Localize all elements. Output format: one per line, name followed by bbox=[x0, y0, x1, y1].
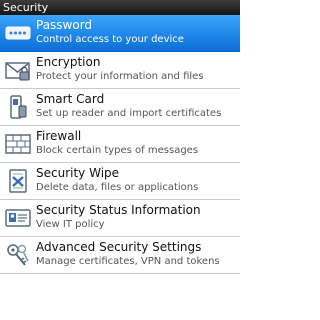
list-item-password[interactable]: Password Control access to your device bbox=[0, 15, 240, 52]
list-item-security-wipe[interactable]: Security Wipe Delete data, files or appl… bbox=[0, 163, 240, 200]
item-label: Security Status Information bbox=[36, 203, 201, 217]
item-description: View IT policy bbox=[36, 219, 105, 230]
item-label: Password bbox=[36, 18, 93, 32]
list-item-firewall[interactable]: Firewall Block certain types of messages bbox=[0, 126, 240, 163]
list-item-smart-card[interactable]: Smart Card Set up reader and import cert… bbox=[0, 89, 240, 126]
security-options-list: Password Control access to your device E… bbox=[0, 15, 240, 274]
smart-card-icon bbox=[5, 94, 31, 120]
screen-title: Security bbox=[0, 0, 240, 15]
item-description: Delete data, files or applications bbox=[36, 182, 199, 193]
item-description: Manage certificates, VPN and tokens bbox=[36, 256, 220, 267]
keys-icon bbox=[5, 242, 31, 268]
id-card-icon bbox=[5, 205, 31, 231]
list-item-encryption[interactable]: Encryption Protect your information and … bbox=[0, 52, 240, 89]
list-item-security-status[interactable]: Security Status Information View IT poli… bbox=[0, 200, 240, 237]
password-icon bbox=[5, 20, 31, 46]
envelope-lock-icon bbox=[5, 57, 31, 83]
item-description: Set up reader and import certificates bbox=[36, 108, 222, 119]
list-item-advanced-security[interactable]: Advanced Security Settings Manage certif… bbox=[0, 237, 240, 274]
item-description: Control access to your device bbox=[36, 34, 184, 45]
firewall-icon bbox=[5, 131, 31, 157]
item-description: Protect your information and files bbox=[36, 71, 204, 82]
wipe-icon bbox=[5, 168, 31, 194]
item-label: Smart Card bbox=[36, 92, 105, 106]
item-label: Security Wipe bbox=[36, 166, 120, 180]
item-label: Advanced Security Settings bbox=[36, 240, 202, 254]
item-label: Firewall bbox=[36, 129, 82, 143]
item-label: Encryption bbox=[36, 55, 101, 69]
item-description: Block certain types of messages bbox=[36, 145, 199, 156]
